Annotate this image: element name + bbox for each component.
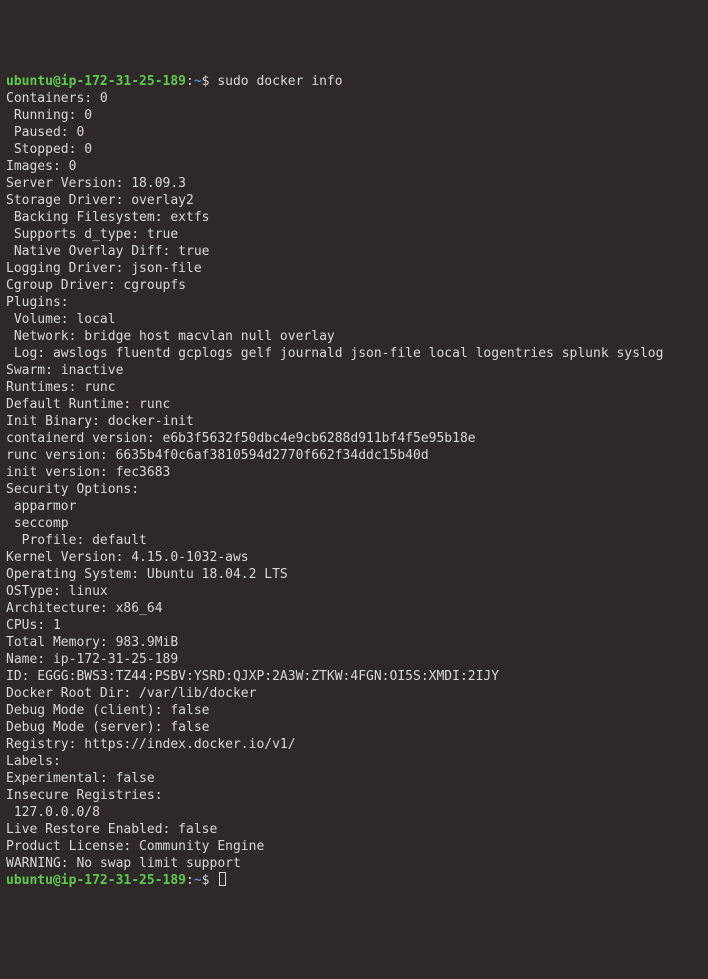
output-line: init version: fec3683: [6, 464, 702, 481]
output-line: Architecture: x86_64: [6, 600, 702, 617]
output-line: Security Options:: [6, 481, 702, 498]
output-line: Native Overlay Diff: true: [6, 243, 702, 260]
terminal[interactable]: ubuntu@ip-172-31-25-189:~$ sudo docker i…: [6, 73, 702, 889]
output-line: Volume: local: [6, 311, 702, 328]
prompt-user-host: ubuntu@ip-172-31-25-189: [6, 74, 186, 89]
output-line: WARNING: No swap limit support: [6, 855, 702, 872]
output-line: Insecure Registries:: [6, 787, 702, 804]
output-line: Experimental: false: [6, 770, 702, 787]
output-line: Live Restore Enabled: false: [6, 821, 702, 838]
output-line: Name: ip-172-31-25-189: [6, 651, 702, 668]
output-line: Registry: https://index.docker.io/v1/: [6, 736, 702, 753]
output-line: Debug Mode (client): false: [6, 702, 702, 719]
prompt-dollar: $: [202, 74, 218, 89]
output-line: seccomp: [6, 515, 702, 532]
output-line: Kernel Version: 4.15.0-1032-aws: [6, 549, 702, 566]
output-line: Supports d_type: true: [6, 226, 702, 243]
output-line: Network: bridge host macvlan null overla…: [6, 328, 702, 345]
output-line: Paused: 0: [6, 124, 702, 141]
output-line: Logging Driver: json-file: [6, 260, 702, 277]
output-line: OSType: linux: [6, 583, 702, 600]
output-line: Labels:: [6, 753, 702, 770]
output-line: CPUs: 1: [6, 617, 702, 634]
output-line: Default Runtime: runc: [6, 396, 702, 413]
command-line: ubuntu@ip-172-31-25-189:~$ sudo docker i…: [6, 73, 702, 90]
output-line: Running: 0: [6, 107, 702, 124]
output-line: Total Memory: 983.9MiB: [6, 634, 702, 651]
output-line: Server Version: 18.09.3: [6, 175, 702, 192]
prompt-dollar: $: [202, 873, 218, 888]
output-line: Docker Root Dir: /var/lib/docker: [6, 685, 702, 702]
command-text: sudo docker info: [217, 74, 342, 89]
prompt-separator: :: [186, 873, 194, 888]
output-line: 127.0.0.0/8: [6, 804, 702, 821]
prompt-path: ~: [194, 74, 202, 89]
cursor-icon: [219, 872, 226, 886]
output-line: ID: EGGG:BWS3:TZ44:PSBV:YSRD:QJXP:2A3W:Z…: [6, 668, 702, 685]
command-output: Containers: 0 Running: 0 Paused: 0 Stopp…: [6, 90, 702, 872]
output-line: Stopped: 0: [6, 141, 702, 158]
output-line: Plugins:: [6, 294, 702, 311]
output-line: Cgroup Driver: cgroupfs: [6, 277, 702, 294]
output-line: Backing Filesystem: extfs: [6, 209, 702, 226]
output-line: runc version: 6635b4f0c6af3810594d2770f6…: [6, 447, 702, 464]
prompt-separator: :: [186, 74, 194, 89]
output-line: Runtimes: runc: [6, 379, 702, 396]
output-line: Swarm: inactive: [6, 362, 702, 379]
output-line: Containers: 0: [6, 90, 702, 107]
output-line: Debug Mode (server): false: [6, 719, 702, 736]
output-line: Init Binary: docker-init: [6, 413, 702, 430]
output-line: Log: awslogs fluentd gcplogs gelf journa…: [6, 345, 702, 362]
output-line: Images: 0: [6, 158, 702, 175]
output-line: containerd version: e6b3f5632f50dbc4e9cb…: [6, 430, 702, 447]
output-line: Profile: default: [6, 532, 702, 549]
output-line: Product License: Community Engine: [6, 838, 702, 855]
prompt-path: ~: [194, 873, 202, 888]
output-line: apparmor: [6, 498, 702, 515]
output-line: Storage Driver: overlay2: [6, 192, 702, 209]
prompt-user-host: ubuntu@ip-172-31-25-189: [6, 873, 186, 888]
output-line: Operating System: Ubuntu 18.04.2 LTS: [6, 566, 702, 583]
prompt-idle: ubuntu@ip-172-31-25-189:~$: [6, 872, 702, 889]
